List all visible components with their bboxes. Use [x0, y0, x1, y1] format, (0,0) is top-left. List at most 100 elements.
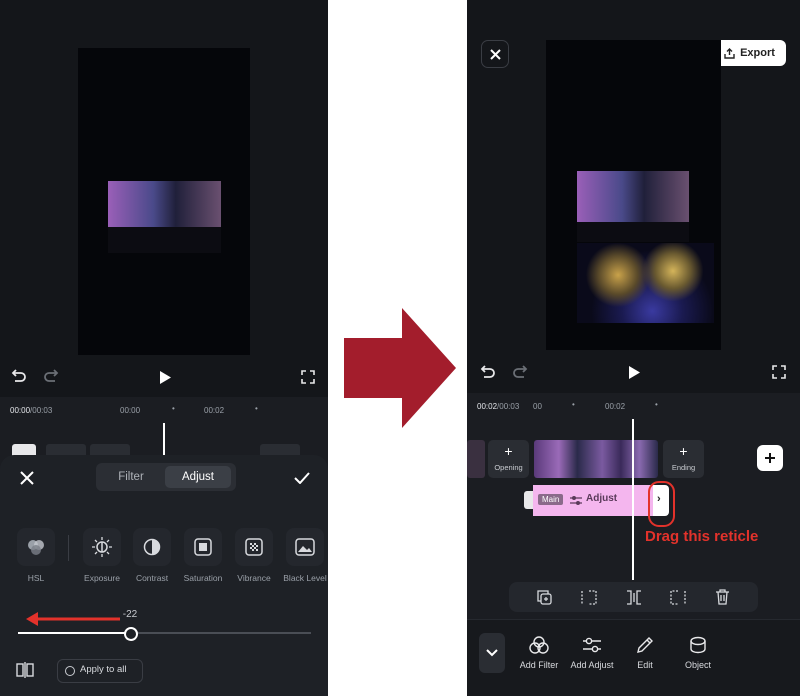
add-adjust-label: Add Adjust	[570, 660, 614, 670]
adjust-sheet: Filter Adjust HSL Exposure Contrast Satu…	[0, 455, 328, 696]
timecode: 00:00/00:03	[10, 406, 52, 415]
tool-label: Black Level	[283, 573, 327, 583]
clip-toolbar	[509, 582, 758, 612]
edit-label: Edit	[637, 660, 653, 670]
ending-label: Ending	[671, 463, 696, 472]
split-icon	[627, 590, 641, 605]
ending-button[interactable]: + Ending	[663, 440, 704, 478]
concert-frame	[577, 171, 689, 222]
timecode: 00:02/00:03	[477, 402, 519, 411]
adjust-track-label: Adjust	[586, 493, 618, 504]
fireworks-frame	[577, 243, 714, 323]
ruler-dot: •	[255, 404, 258, 413]
trim-handle-left[interactable]	[524, 491, 533, 509]
adjust-sliders-icon	[570, 496, 582, 505]
close-button[interactable]	[481, 40, 509, 68]
export-button[interactable]: Export	[713, 40, 786, 66]
ruler-dot: •	[172, 404, 175, 413]
playhead[interactable]	[632, 419, 634, 580]
object-button[interactable]: Object	[668, 636, 728, 674]
saturation-icon	[194, 538, 212, 556]
ruler-mark: 00	[533, 402, 542, 411]
edit-button[interactable]: Edit	[615, 636, 675, 674]
upload-icon	[724, 47, 735, 59]
adjust-track-clip[interactable]: Main Adjust	[533, 485, 653, 516]
main-badge: Main	[538, 494, 564, 505]
saturation-tool[interactable]	[184, 528, 222, 566]
plus-icon: +	[504, 443, 513, 459]
radio-icon	[65, 666, 75, 676]
ruler-dot: •	[655, 400, 658, 409]
add-track-button[interactable]	[757, 445, 783, 471]
transition-arrow	[344, 308, 456, 428]
undo-icon[interactable]	[477, 362, 497, 382]
hsl-icon	[28, 540, 44, 555]
opening-label: Opening	[494, 463, 523, 472]
fullscreen-icon[interactable]	[769, 362, 789, 382]
export-label: Export	[740, 47, 775, 59]
black-level-tool[interactable]	[286, 528, 324, 566]
object-icon	[690, 636, 706, 654]
tool-label: HSL	[27, 573, 45, 583]
ruler-dot: •	[572, 400, 575, 409]
filter-icon	[529, 636, 549, 654]
slider-fill	[18, 632, 130, 634]
hsl-tool[interactable]	[17, 528, 55, 566]
trim-start-icon	[581, 590, 597, 605]
ruler-mark: 00:00	[120, 406, 141, 415]
confirm-check-icon[interactable]	[291, 467, 313, 489]
play-icon[interactable]	[155, 367, 175, 387]
current-time: 00:02	[477, 402, 498, 411]
play-icon[interactable]	[624, 362, 644, 382]
tab-adjust[interactable]: Adjust	[165, 466, 231, 488]
black-level-icon	[295, 538, 315, 556]
ruler-mark: 00:02	[204, 406, 225, 415]
video-preview	[78, 48, 250, 355]
left-editor-screen: 00:00/00:03 00:00 • 00:02 • Filter Adjus…	[0, 0, 328, 696]
undo-icon[interactable]	[8, 366, 28, 386]
trim-end-icon	[670, 590, 686, 605]
current-time: 00:00	[10, 406, 31, 415]
main-clip[interactable]	[534, 440, 658, 478]
right-editor-screen: Export 00:02/00:03 00 • 00:02 • + Openin…	[467, 0, 800, 696]
adjust-sliders-icon	[583, 637, 601, 653]
total-time: /00:03	[497, 402, 520, 411]
opening-button[interactable]: + Opening	[488, 440, 529, 478]
total-time: /00:03	[30, 406, 53, 415]
slider-value: -22	[122, 609, 138, 620]
redo-icon[interactable]	[511, 362, 531, 382]
plus-icon	[765, 453, 775, 463]
divider	[68, 535, 69, 561]
collapse-button[interactable]	[479, 633, 505, 673]
concert-frame	[108, 181, 221, 227]
exposure-icon	[92, 537, 112, 557]
crowd-silhouette	[577, 222, 689, 242]
vibrance-icon	[245, 538, 263, 556]
pencil-icon	[637, 637, 653, 653]
apply-to-all-button[interactable]: Apply to all	[57, 659, 143, 683]
add-filter-label: Add Filter	[519, 660, 559, 670]
duplicate-icon	[537, 590, 552, 605]
timeline-thumb	[467, 440, 485, 478]
delete-icon	[716, 589, 729, 605]
annotation-arrow	[26, 612, 120, 626]
exposure-tool[interactable]	[83, 528, 121, 566]
video-preview	[546, 40, 721, 350]
fullscreen-icon[interactable]	[298, 367, 318, 387]
tab-filter[interactable]: Filter	[104, 467, 158, 487]
contrast-icon	[143, 538, 161, 556]
close-icon	[489, 48, 501, 60]
vibrance-tool[interactable]	[235, 528, 273, 566]
crowd-silhouette	[108, 227, 221, 253]
annotation-text: Drag this reticle	[645, 528, 759, 545]
object-label: Object	[684, 660, 711, 670]
close-icon[interactable]	[16, 467, 38, 489]
add-filter-button[interactable]: Add Filter	[509, 636, 569, 674]
compare-icon[interactable]	[14, 660, 36, 680]
ruler-mark: 00:02	[605, 402, 626, 411]
contrast-tool[interactable]	[133, 528, 171, 566]
slider-thumb[interactable]	[124, 627, 138, 641]
reticle-highlight	[648, 481, 675, 527]
add-adjust-button[interactable]: Add Adjust	[562, 636, 622, 674]
redo-icon[interactable]	[42, 366, 62, 386]
